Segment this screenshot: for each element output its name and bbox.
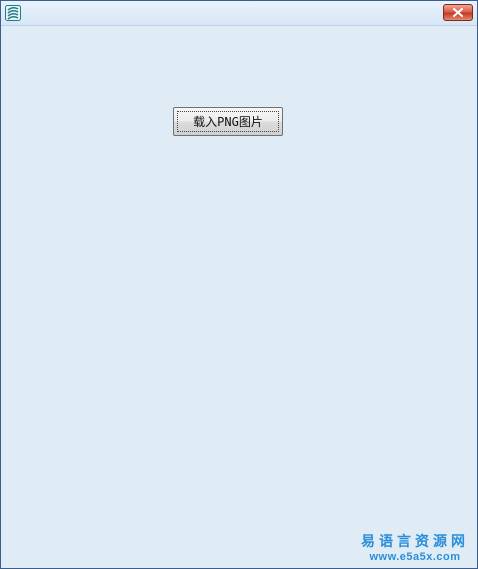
client-area: 载入PNG图片 易语言资源网 www.e5a5x.com <box>1 26 477 568</box>
watermark-logo: 易语言资源网 www.e5a5x.com <box>361 533 469 564</box>
app-icon[interactable] <box>5 5 21 21</box>
watermark-chinese-text: 易语言资源网 <box>361 534 469 550</box>
title-bar[interactable] <box>1 1 477 26</box>
load-png-button[interactable]: 载入PNG图片 <box>173 107 283 136</box>
close-icon <box>453 8 463 17</box>
app-window: 载入PNG图片 易语言资源网 www.e5a5x.com <box>0 0 478 569</box>
close-button[interactable] <box>443 4 473 21</box>
watermark-url: www.e5a5x.com <box>369 551 461 563</box>
load-png-button-label: 载入PNG图片 <box>193 115 263 129</box>
